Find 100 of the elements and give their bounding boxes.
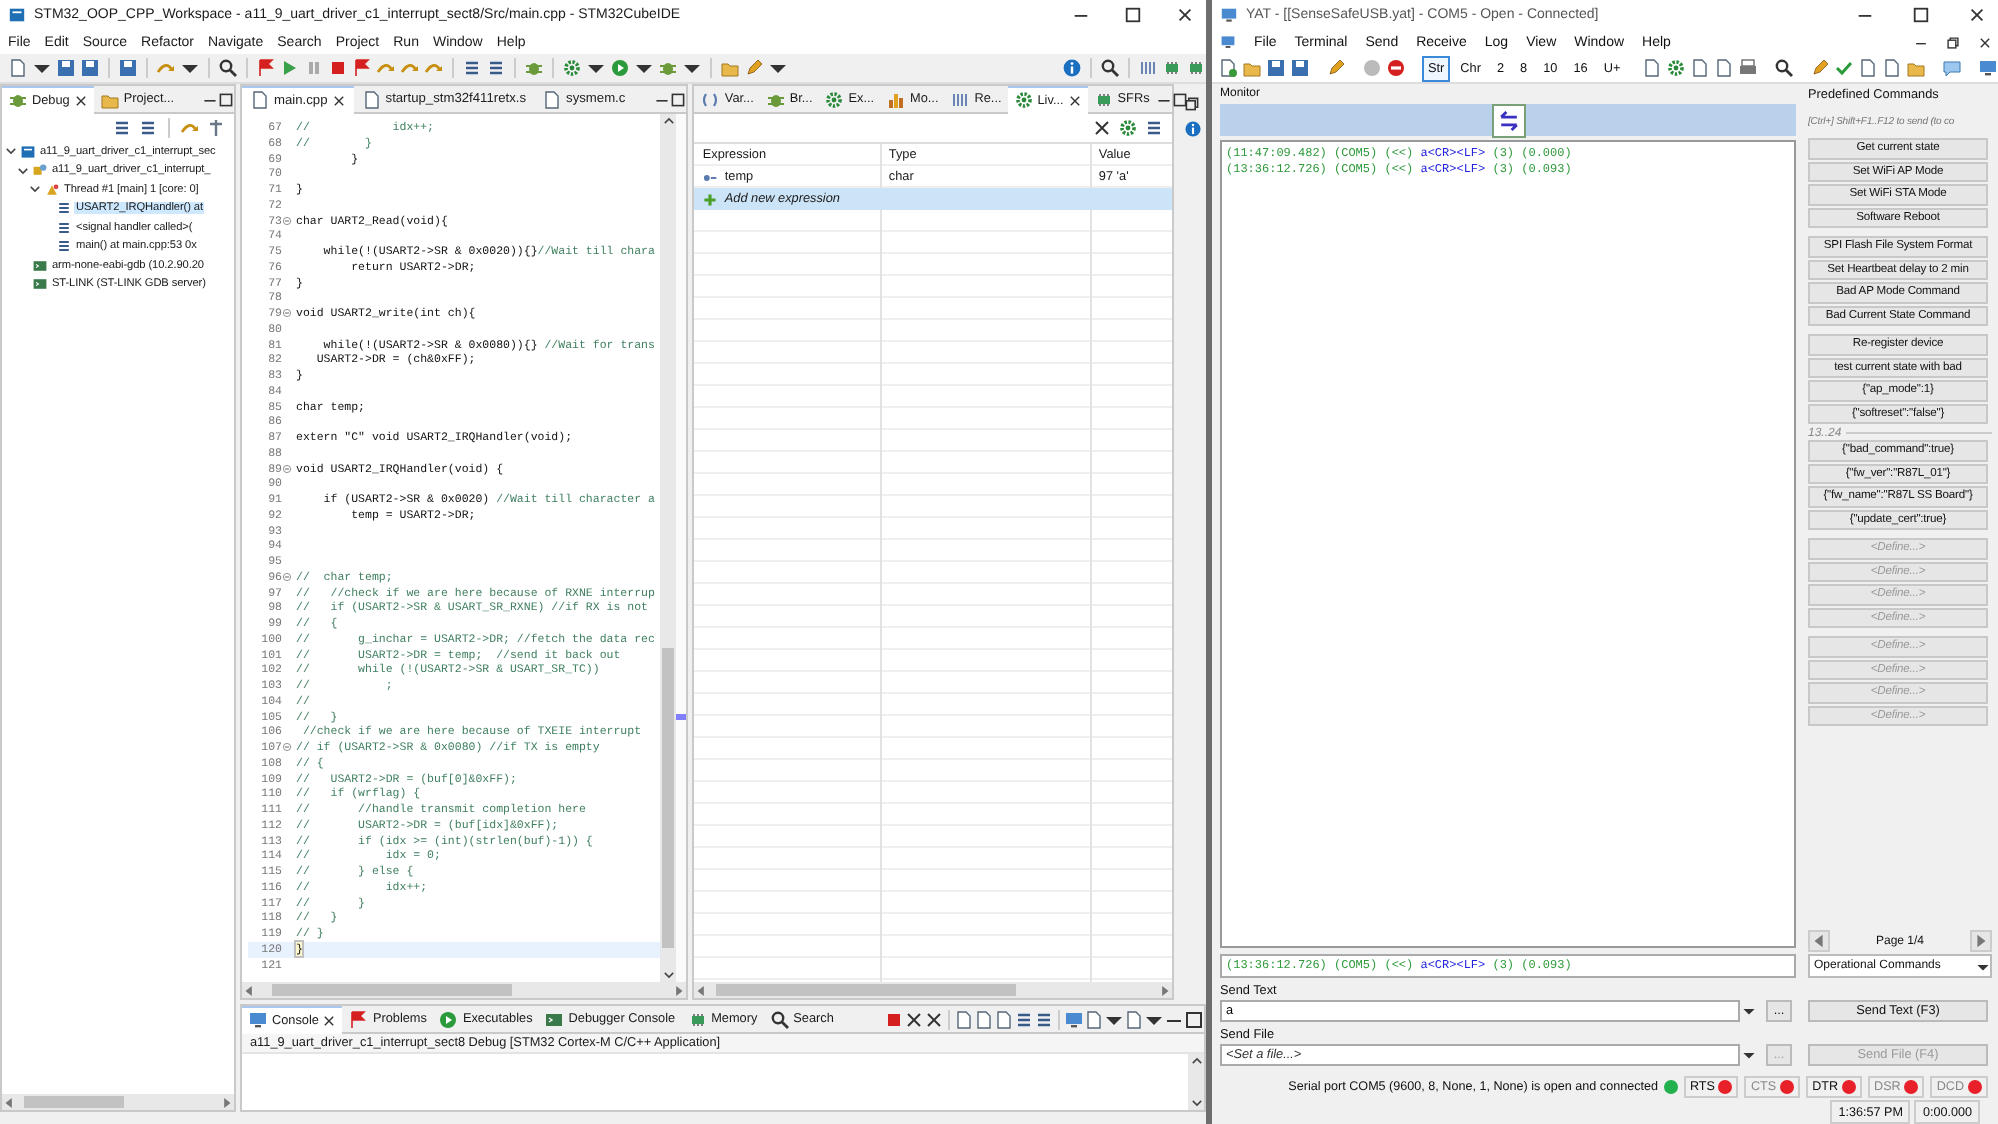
chevron-up-icon[interactable] xyxy=(1189,1054,1203,1068)
scrollbar-thumb[interactable] xyxy=(272,984,512,996)
pencil-icon[interactable] xyxy=(1326,58,1346,78)
maximize-icon[interactable] xyxy=(1911,6,1929,24)
close-icon[interactable] xyxy=(1978,35,1992,49)
close-icon[interactable] xyxy=(1092,118,1113,138)
close-icon[interactable] xyxy=(1175,6,1193,24)
pencil-icon[interactable] xyxy=(744,58,764,78)
left-arrow-icon[interactable] xyxy=(2,1095,16,1109)
printer-icon[interactable] xyxy=(1738,58,1759,78)
flag-icon[interactable] xyxy=(352,58,372,78)
chevron-down-icon[interactable] xyxy=(1189,1096,1203,1110)
scrollbar-thumb[interactable] xyxy=(716,984,1017,996)
pencil-icon[interactable] xyxy=(1810,58,1831,78)
page-icon[interactable] xyxy=(1714,58,1735,78)
info-icon[interactable] xyxy=(1183,120,1202,138)
collapse-icon[interactable] xyxy=(282,463,292,474)
chevron-up-icon[interactable] xyxy=(661,114,676,128)
page-icon[interactable] xyxy=(1218,58,1238,78)
folder-icon[interactable] xyxy=(720,58,740,78)
maximize-icon[interactable] xyxy=(670,91,687,107)
grid-icon[interactable] xyxy=(1138,58,1158,78)
left-arrow-icon[interactable] xyxy=(242,983,256,997)
restore-icon[interactable] xyxy=(1946,35,1960,49)
stop-icon[interactable] xyxy=(328,58,348,78)
chevron-down-icon[interactable] xyxy=(16,163,30,178)
horizontal-scrollbar[interactable] xyxy=(242,982,687,998)
folder-icon[interactable] xyxy=(1906,58,1927,78)
pin-icon[interactable] xyxy=(206,118,226,138)
parentheses-icon xyxy=(700,89,721,109)
floppy-icon[interactable] xyxy=(118,58,138,78)
exchange-arrows-icon[interactable] xyxy=(1491,103,1525,137)
collapse-icon[interactable] xyxy=(282,572,292,583)
chevron-down-icon[interactable] xyxy=(28,182,42,197)
right-arrow-icon[interactable] xyxy=(220,1095,234,1109)
list-icon[interactable] xyxy=(138,118,158,138)
gear-icon[interactable] xyxy=(1118,118,1139,138)
left-arrow-icon[interactable] xyxy=(694,983,709,997)
page-icon[interactable] xyxy=(1882,58,1903,78)
chevron-down-icon[interactable] xyxy=(4,144,18,159)
list-icon[interactable] xyxy=(112,118,132,138)
scrollbar-thumb[interactable] xyxy=(662,648,675,948)
floppy-icon[interactable] xyxy=(1266,58,1286,78)
page-icon[interactable] xyxy=(1642,58,1663,78)
step-arrow-icon[interactable] xyxy=(180,118,200,138)
page-icon[interactable] xyxy=(1690,58,1711,78)
terminal-icon xyxy=(544,1009,565,1029)
caret-icon xyxy=(1976,959,1990,973)
list-icon[interactable] xyxy=(1144,118,1165,138)
maximize-icon[interactable] xyxy=(1171,91,1188,107)
bug-icon[interactable] xyxy=(524,58,544,78)
gear-icon[interactable] xyxy=(562,58,582,78)
close-icon[interactable] xyxy=(924,1009,944,1029)
check-icon[interactable] xyxy=(1834,58,1855,78)
stop-icon[interactable] xyxy=(884,1009,904,1029)
right-arrow-icon[interactable] xyxy=(1158,983,1173,997)
right-arrow-icon[interactable] xyxy=(672,983,687,997)
play-icon[interactable] xyxy=(280,58,300,78)
caret-icon[interactable] xyxy=(1742,1004,1756,1018)
monitor-icon[interactable] xyxy=(1064,1009,1084,1029)
chip-icon[interactable] xyxy=(1186,58,1206,78)
search-icon[interactable] xyxy=(218,58,238,78)
vertical-scrollbar[interactable] xyxy=(1188,1054,1204,1110)
app-icon xyxy=(8,6,26,24)
page-icon[interactable] xyxy=(8,58,28,78)
gear-icon[interactable] xyxy=(1666,58,1687,78)
horizontal-scrollbar[interactable] xyxy=(694,982,1173,998)
floppy-icon[interactable] xyxy=(1290,58,1310,78)
vertical-scrollbar[interactable] xyxy=(660,114,677,982)
plus-icon[interactable] xyxy=(702,191,719,207)
search-icon[interactable] xyxy=(1774,58,1795,78)
floppy-icon[interactable] xyxy=(80,58,100,78)
horizontal-scrollbar[interactable] xyxy=(2,1094,234,1110)
close-icon[interactable] xyxy=(904,1009,924,1029)
scrollbar-thumb[interactable] xyxy=(24,1096,124,1108)
close-icon[interactable] xyxy=(1967,6,1985,24)
page-icon[interactable] xyxy=(1858,58,1879,78)
maximize-icon[interactable] xyxy=(1123,6,1141,24)
folder-icon[interactable] xyxy=(1242,58,1262,78)
list-icon[interactable] xyxy=(1034,1009,1054,1029)
list-icon[interactable] xyxy=(486,58,506,78)
restore-icon[interactable] xyxy=(1184,96,1201,112)
collapse-icon[interactable] xyxy=(282,215,292,226)
collapse-icon[interactable] xyxy=(282,308,292,319)
floppy-icon[interactable] xyxy=(56,58,76,78)
info-icon[interactable] xyxy=(1062,58,1082,78)
play-icon[interactable] xyxy=(610,58,630,78)
chip-icon[interactable] xyxy=(1162,58,1182,78)
caret-icon[interactable] xyxy=(1742,1048,1756,1062)
monitor-icon[interactable] xyxy=(1978,58,1998,78)
search-icon[interactable] xyxy=(1100,58,1120,78)
list-icon[interactable] xyxy=(1014,1009,1034,1029)
maximize-icon[interactable] xyxy=(1184,1009,1204,1029)
maximize-icon[interactable] xyxy=(218,91,234,107)
collapse-icon[interactable] xyxy=(282,742,292,753)
chevron-down-icon[interactable] xyxy=(661,968,676,982)
list-icon[interactable] xyxy=(462,58,482,78)
flag-icon[interactable] xyxy=(256,58,276,78)
speech-bubble-icon[interactable] xyxy=(1942,58,1963,78)
no-entry-icon[interactable] xyxy=(1386,58,1406,78)
